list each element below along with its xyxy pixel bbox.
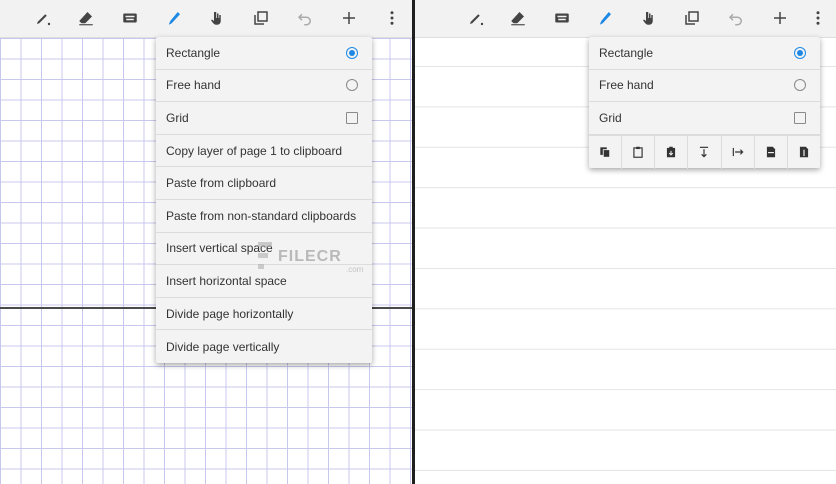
paste-special-icon[interactable] (655, 135, 689, 169)
more-vert-icon[interactable] (379, 5, 405, 31)
radio-unselected[interactable] (346, 79, 358, 92)
more-vert-icon[interactable] (805, 5, 831, 31)
menu-item-label: Free hand (166, 78, 221, 93)
menu-item-grid[interactable]: Grid (589, 102, 820, 135)
menu-item-paste[interactable]: Paste from clipboard (156, 167, 372, 200)
toolbar (0, 0, 412, 38)
menu-item-copy-layer[interactable]: Copy layer of page 1 to clipboard (156, 135, 372, 168)
menu-item-label: Grid (599, 110, 622, 125)
menu-item-label: Divide page vertically (166, 339, 280, 354)
menu-item-label: Free hand (599, 78, 654, 93)
hand-icon[interactable] (636, 5, 662, 31)
menu-item-label: Paste from clipboard (166, 176, 277, 191)
eraser-icon[interactable] (73, 5, 99, 31)
radio-selected[interactable] (794, 46, 806, 59)
insert-vertical-space-icon[interactable] (688, 135, 722, 169)
divide-horizontal-icon[interactable] (755, 135, 788, 169)
copy-icon[interactable] (589, 135, 623, 169)
menu-item-divide-horizontally[interactable]: Divide page horizontally (156, 298, 372, 331)
selection-action-row (589, 134, 820, 169)
menu-item-label: Rectangle (166, 45, 221, 60)
menu-item-paste-nonstandard[interactable]: Paste from non-standard clipboards (156, 200, 372, 233)
highlighter-icon[interactable] (161, 5, 187, 31)
menu-item-label: Rectangle (599, 45, 654, 60)
menu-item-rectangle[interactable]: Rectangle (156, 37, 372, 70)
menu-item-free-hand[interactable]: Free hand (589, 70, 820, 103)
eraser-icon[interactable] (505, 5, 531, 31)
keyboard-icon[interactable] (549, 5, 575, 31)
selection-menu: Rectangle Free hand Grid (589, 37, 820, 169)
radio-unselected[interactable] (794, 79, 806, 92)
layers-icon[interactable] (679, 5, 705, 31)
menu-item-label: Paste from non-standard clipboards (166, 208, 357, 223)
undo-icon[interactable] (292, 5, 318, 31)
paste-icon[interactable] (622, 135, 656, 169)
watermark-logo-icon (258, 242, 272, 269)
watermark-subtext: .com (346, 265, 364, 274)
layers-icon[interactable] (248, 5, 274, 31)
watermark: FILECR .com (258, 240, 378, 280)
menu-item-label: Copy layer of page 1 to clipboard (166, 143, 343, 158)
menu-item-grid[interactable]: Grid (156, 102, 372, 135)
menu-item-divide-vertically[interactable]: Divide page vertically (156, 330, 372, 363)
menu-item-free-hand[interactable]: Free hand (156, 70, 372, 103)
hand-icon[interactable] (204, 5, 230, 31)
menu-item-label: Divide page horizontally (166, 306, 294, 321)
radio-selected[interactable] (346, 46, 358, 59)
overflow-menu: Rectangle Free hand Grid Copy layer of p… (156, 37, 372, 363)
keyboard-icon[interactable] (117, 5, 143, 31)
toolbar (415, 0, 836, 38)
undo-icon[interactable] (723, 5, 749, 31)
menu-item-label: Grid (166, 110, 189, 125)
divide-vertical-icon[interactable] (788, 136, 820, 169)
pen-icon[interactable] (30, 5, 56, 31)
add-icon[interactable] (336, 5, 362, 31)
checkbox-unchecked[interactable] (346, 111, 358, 124)
pen-icon[interactable] (463, 5, 489, 31)
watermark-text: FILECR (278, 248, 342, 265)
menu-item-rectangle[interactable]: Rectangle (589, 37, 820, 70)
checkbox-unchecked[interactable] (794, 111, 806, 124)
insert-horizontal-space-icon[interactable] (722, 135, 755, 169)
add-icon[interactable] (767, 5, 793, 31)
highlighter-icon[interactable] (592, 5, 618, 31)
right-pane: Rectangle Free hand Grid (415, 0, 836, 484)
